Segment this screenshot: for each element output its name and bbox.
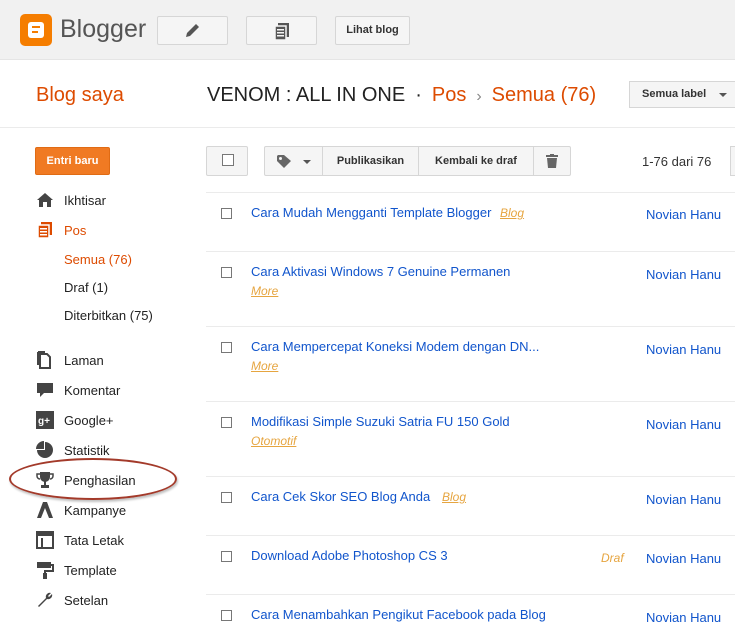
sidebar-item-label: Setelan [64,593,109,608]
post-title[interactable]: Cara Cek Skor SEO Blog Anda [251,489,430,504]
campaign-icon [37,502,53,518]
select-all-checkbox[interactable] [206,146,248,176]
table-row[interactable]: Cara Cek Skor SEO Blog Anda Blog Novian … [206,476,735,535]
breadcrumb-posts[interactable]: Pos [432,84,466,106]
delete-button[interactable] [533,146,571,176]
sidebar-sub-published[interactable]: Diterbitkan (75) [64,308,153,323]
table-row[interactable]: Download Adobe Photoshop CS 3 Draf Novia… [206,535,735,594]
sidebar-item-label: Kampanye [64,503,127,518]
page-title[interactable]: Blog saya [36,84,124,107]
svg-text:g+: g+ [38,416,50,427]
post-author[interactable]: Novian Hanu [646,610,721,625]
tag-icon [277,155,291,168]
header-divider [0,127,735,128]
sidebar-item-label: Template [64,563,117,578]
chevron-down-icon [719,93,727,97]
sidebar-item-label: Statistik [64,443,110,458]
sidebar-item-label: Ikhtisar [64,193,106,208]
post-title[interactable]: Cara Mudah Mengganti Template Blogger [251,205,491,220]
sidebar-item-label: Tata Letak [64,533,124,548]
post-title[interactable]: Cara Menambahkan Pengikut Facebook pada … [251,607,546,622]
row-checkbox[interactable] [221,342,232,353]
posts-list-button[interactable] [246,16,317,45]
post-author[interactable]: Novian Hanu [646,267,721,282]
post-title[interactable]: Modifikasi Simple Suzuki Satria FU 150 G… [251,414,510,429]
sidebar-item-label: Google+ [64,413,114,428]
post-title[interactable]: Download Adobe Photoshop CS 3 [251,548,448,563]
sidebar-item-label: Komentar [64,383,121,398]
view-blog-button[interactable]: Lihat blog [335,16,410,45]
sidebar-item-label: Pos [64,223,87,238]
label-dropdown-button[interactable] [264,146,323,176]
post-label[interactable]: More [251,284,278,298]
app-name[interactable]: Blogger [60,15,146,44]
pages-icon [37,351,51,369]
row-checkbox[interactable] [221,267,232,278]
stats-icon [36,441,53,458]
post-author[interactable]: Novian Hanu [646,492,721,507]
blog-name[interactable]: VENOM : ALL IN ONE [207,84,405,106]
post-author[interactable]: Novian Hanu [646,417,721,432]
home-icon [37,193,53,207]
trash-icon [546,154,558,168]
publish-button[interactable]: Publikasikan [322,146,419,176]
posts-icon [37,222,52,239]
breadcrumb-dot: · [415,84,422,106]
post-label[interactable]: Blog [500,206,524,220]
row-checkbox[interactable] [221,610,232,621]
post-status-badge: Draf [601,551,624,565]
breadcrumb: VENOM : ALL IN ONE · Pos › Semua (76) [207,84,596,107]
table-row[interactable]: Cara Menambahkan Pengikut Facebook pada … [206,594,735,629]
row-checkbox[interactable] [221,208,232,219]
sidebar-item-label: Laman [64,353,104,368]
table-row[interactable]: Cara Mudah Mengganti Template Blogger Bl… [206,192,735,251]
post-label[interactable]: Otomotif [251,434,296,448]
new-post-button[interactable]: Entri baru [35,147,110,175]
sidebar-sub-drafts[interactable]: Draf (1) [64,280,108,295]
table-row[interactable]: Modifikasi Simple Suzuki Satria FU 150 G… [206,401,735,476]
comment-icon [37,383,53,397]
label-filter-value: Semua label [642,88,707,100]
label-filter-dropdown[interactable]: Semua label [629,81,735,108]
post-count-range: 1-76 dari 76 [642,154,712,169]
documents-icon [274,23,289,40]
annotation-highlight-ellipse [9,458,177,500]
post-author[interactable]: Novian Hanu [646,342,721,357]
post-title[interactable]: Cara Aktivasi Windows 7 Genuine Permanen [251,264,510,279]
wrench-icon [38,592,53,607]
layout-icon [36,531,54,549]
chevron-down-icon [303,160,311,164]
table-row[interactable]: Cara Aktivasi Windows 7 Genuine Permanen… [206,251,735,326]
pencil-icon [186,24,199,37]
table-row[interactable]: Cara Mempercepat Koneksi Modem dengan DN… [206,326,735,401]
new-post-pencil-button[interactable] [157,16,228,45]
row-checkbox[interactable] [221,417,232,428]
post-label[interactable]: More [251,359,278,373]
pager-button[interactable] [730,146,735,176]
template-icon [37,562,54,579]
sidebar-sub-all[interactable]: Semua (76) [64,252,132,267]
revert-to-draft-button[interactable]: Kembali ke draf [418,146,534,176]
breadcrumb-all: Semua (76) [491,84,597,106]
post-label[interactable]: Blog [442,490,466,504]
row-checkbox[interactable] [221,551,232,562]
post-author[interactable]: Novian Hanu [646,551,721,566]
post-author[interactable]: Novian Hanu [646,207,721,222]
top-bar: Blogger Lihat blog [0,0,735,60]
post-title[interactable]: Cara Mempercepat Koneksi Modem dengan DN… [251,339,539,354]
blogger-logo-icon[interactable] [20,14,52,46]
breadcrumb-arrow: › [476,88,482,105]
row-checkbox[interactable] [221,492,232,503]
google-plus-icon: g+ [36,411,54,429]
checkbox-box [222,154,234,166]
